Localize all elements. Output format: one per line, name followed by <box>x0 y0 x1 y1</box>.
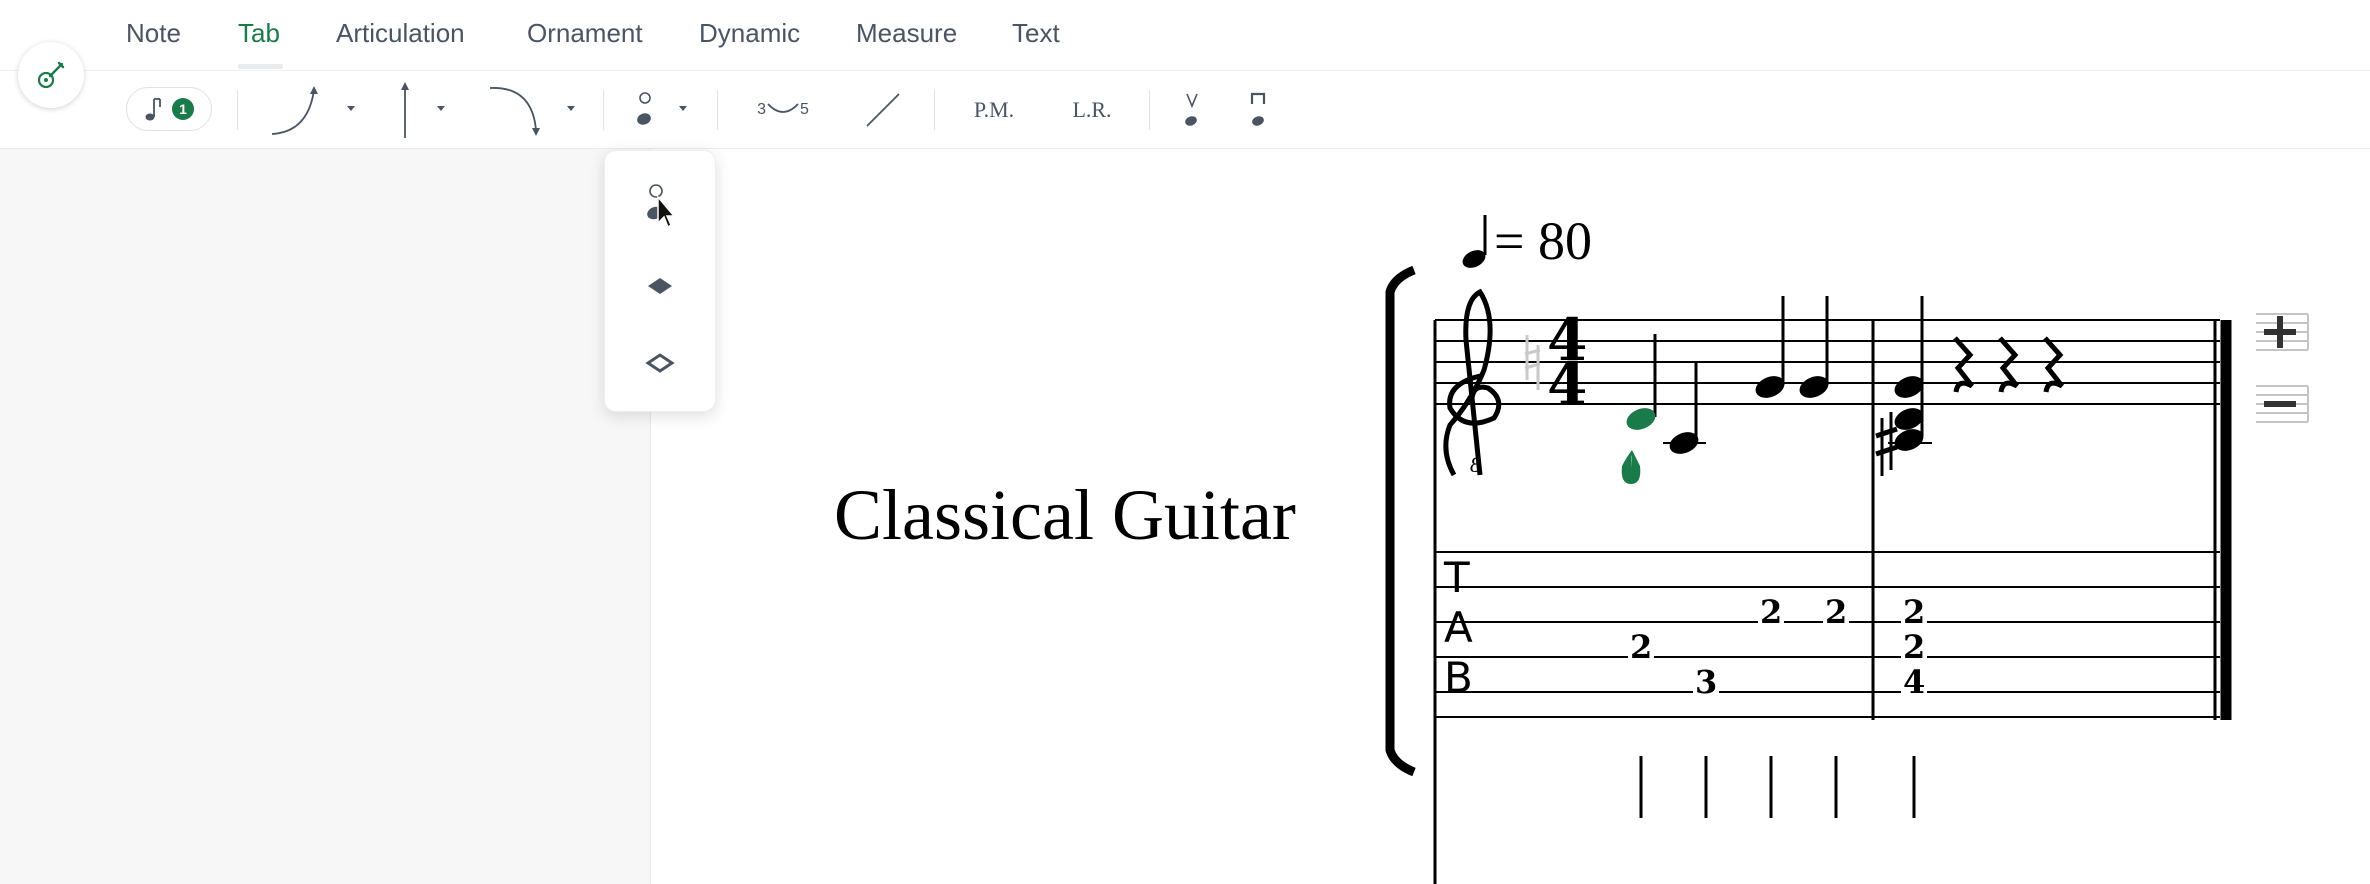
palm-mute-label: P.M. <box>973 97 1015 122</box>
bend-icon <box>271 86 318 135</box>
vibrato-dropdown-chevron-down-icon[interactable] <box>433 100 449 116</box>
voice-notes-icon <box>145 98 161 121</box>
toolbar-divider <box>717 90 718 130</box>
harmonic-notehead-icon <box>637 92 651 125</box>
active-tab-indicator <box>238 64 283 69</box>
slur-to-fret: 5 <box>800 101 809 118</box>
guitar-instrument-button[interactable] <box>18 42 84 108</box>
bend-button[interactable] <box>268 78 324 142</box>
tab-fret-number[interactable]: 2 <box>1825 593 1847 631</box>
tab-measure[interactable]: Measure <box>856 18 957 49</box>
slide-button[interactable] <box>858 78 908 142</box>
vibrato-button[interactable] <box>390 78 420 142</box>
tab-fret-number[interactable]: 3 <box>1695 663 1717 701</box>
svg-text:8: 8 <box>1470 452 1481 477</box>
toolbar-divider <box>603 90 604 130</box>
tab-fret-number[interactable]: 2 <box>1630 628 1652 666</box>
notehead-dropdown-chevron-down-icon[interactable] <box>675 100 691 116</box>
let-ring-label: L.R. <box>1072 97 1112 122</box>
tab-staff <box>1435 551 2220 718</box>
tab-text[interactable]: Text <box>1012 18 1060 49</box>
tab-note[interactable]: Note <box>126 18 181 49</box>
tab-fret-number[interactable]: 2 <box>1760 593 1782 631</box>
tab-fret-number[interactable]: 2 <box>1903 593 1925 631</box>
guitar-icon <box>37 61 65 89</box>
notehead-option-diamond-filled[interactable] <box>605 256 715 316</box>
diamond-filled-notehead-icon <box>648 278 672 294</box>
tab-dynamic[interactable]: Dynamic <box>699 18 800 49</box>
tab-rhythm-stems <box>1639 756 1916 818</box>
toolbar-divider <box>237 90 238 130</box>
tab-clef: T A B <box>1443 553 1473 702</box>
release-button[interactable] <box>488 78 544 142</box>
notehead-option-harmonic[interactable] <box>605 173 715 233</box>
remove-staff-button[interactable] <box>2254 378 2310 428</box>
release-dropdown-chevron-down-icon[interactable] <box>563 100 579 116</box>
time-signature-bottom: 4 <box>1547 350 1587 418</box>
add-staff-button[interactable] <box>2254 306 2310 356</box>
tab-fret-number[interactable]: 2 <box>1903 628 1925 666</box>
tab-bar: Note Tab Articulation Ornament Dynamic M… <box>0 0 2370 71</box>
downstroke-button[interactable] <box>1246 78 1270 142</box>
vertical-arrow-icon <box>401 82 409 138</box>
score-system: 8 4 4 T A B 2 3 2 2 2 2 4 <box>1385 265 2232 884</box>
slide-line-icon <box>866 93 900 127</box>
toolbar-divider <box>1149 90 1150 130</box>
svg-text:A: A <box>1444 603 1473 652</box>
notehead-dropdown-menu <box>604 150 716 412</box>
notation-note[interactable] <box>1663 361 1706 458</box>
svg-text:T: T <box>1443 553 1470 602</box>
palm-mute-button[interactable]: P.M. <box>962 78 1026 142</box>
release-icon <box>489 87 540 136</box>
left-side-panel <box>0 149 651 884</box>
selected-note-marker-icon <box>1621 450 1641 484</box>
upstroke-icon <box>1185 93 1198 126</box>
slur-from-fret: 3 <box>757 101 766 118</box>
tab-tab[interactable]: Tab <box>238 18 280 49</box>
top-toolbar: Note Tab Articulation Ornament Dynamic M… <box>0 0 2370 149</box>
tab-fret-number[interactable]: 4 <box>1903 663 1925 701</box>
system-bracket <box>1385 265 1437 884</box>
toolbar-divider <box>934 90 935 130</box>
upstroke-button[interactable] <box>1180 78 1204 142</box>
voice-selector[interactable]: 1 <box>126 87 212 131</box>
let-ring-button[interactable]: L.R. <box>1066 78 1118 142</box>
slide-legato-button[interactable]: 3 5 <box>748 78 818 142</box>
plus-icon <box>2264 316 2296 348</box>
notation-note[interactable] <box>1796 296 1831 402</box>
harmonic-notehead-icon <box>647 184 676 229</box>
notehead-type-button[interactable] <box>628 78 662 142</box>
slur-arc-icon <box>767 103 799 113</box>
svg-text:B: B <box>1444 653 1473 702</box>
downstroke-icon <box>1250 92 1266 126</box>
score-title: Classical Guitar <box>834 475 1296 555</box>
tab-ornament[interactable]: Ornament <box>527 18 643 49</box>
tab-articulation[interactable]: Articulation <box>336 18 465 49</box>
mouse-cursor-icon <box>657 194 676 229</box>
voice-count-badge: 1 <box>172 98 194 120</box>
notation-note[interactable] <box>1752 296 1787 402</box>
bend-dropdown-chevron-down-icon[interactable] <box>343 100 359 116</box>
notehead-option-diamond-hollow[interactable] <box>605 333 715 393</box>
diamond-hollow-notehead-icon <box>645 353 675 373</box>
